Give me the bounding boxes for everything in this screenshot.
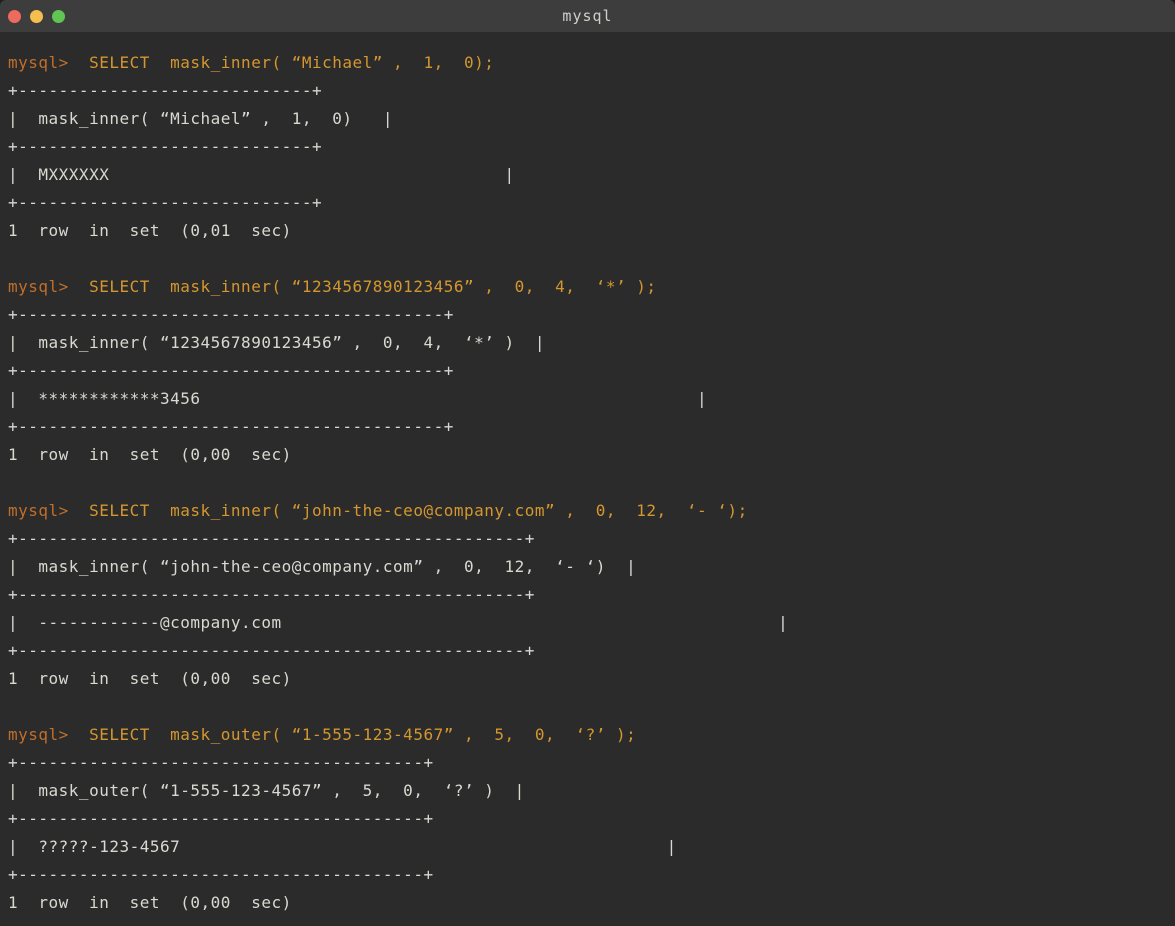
query-block: mysql> SELECT mask_inner( “Michael” , 1,… [8, 49, 1167, 273]
title-bar: mysql [0, 0, 1175, 32]
command-line: mysql> SELECT mask_inner( “Michael” , 1,… [8, 49, 1167, 77]
table-result-row: | ------------@company.com | [8, 609, 1167, 637]
query-block: mysql> SELECT mask_inner( “john-the-ceo@… [8, 497, 1167, 721]
sql-command: SELECT mask_inner( “1234567890123456” , … [69, 277, 657, 296]
blank-line [8, 245, 1167, 273]
table-border: +---------------------------------------… [8, 637, 1167, 665]
sql-command: SELECT mask_inner( “john-the-ceo@company… [69, 501, 748, 520]
command-line: mysql> SELECT mask_outer( “1-555-123-456… [8, 721, 1167, 749]
table-border: +---------------------------------------… [8, 581, 1167, 609]
table-border: +-----------------------------+ [8, 189, 1167, 217]
mysql-prompt: mysql> [8, 725, 69, 744]
table-result-row: | MXXXXXX | [8, 161, 1167, 189]
table-border: +-----------------------------+ [8, 133, 1167, 161]
mysql-prompt: mysql> [8, 53, 69, 72]
status-line: 1 row in set (0,00 sec) [8, 441, 1167, 469]
table-border: +---------------------------------------… [8, 525, 1167, 553]
table-border: +---------------------------------------… [8, 301, 1167, 329]
table-border: +---------------------------------------… [8, 805, 1167, 833]
traffic-lights [8, 0, 65, 32]
mysql-prompt: mysql> [8, 277, 69, 296]
table-border: +---------------------------------------… [8, 357, 1167, 385]
command-line: mysql> SELECT mask_inner( “john-the-ceo@… [8, 497, 1167, 525]
minimize-button-icon[interactable] [30, 10, 43, 23]
status-line: 1 row in set (0,01 sec) [8, 217, 1167, 245]
table-header-row: | mask_outer( “1-555-123-4567” , 5, 0, ‘… [8, 777, 1167, 805]
sql-command: SELECT mask_inner( “Michael” , 1, 0); [69, 53, 495, 72]
mysql-prompt: mysql> [8, 501, 69, 520]
table-border: +---------------------------------------… [8, 749, 1167, 777]
command-line: mysql> SELECT mask_inner( “1234567890123… [8, 273, 1167, 301]
close-button-icon[interactable] [8, 10, 21, 23]
table-header-row: | mask_inner( “john-the-ceo@company.com”… [8, 553, 1167, 581]
table-result-row: | ************3456 | [8, 385, 1167, 413]
table-border: +-----------------------------+ [8, 77, 1167, 105]
terminal-output: mysql> SELECT mask_inner( “Michael” , 1,… [0, 32, 1175, 917]
blank-line [8, 469, 1167, 497]
table-border: +---------------------------------------… [8, 413, 1167, 441]
sql-command: SELECT mask_outer( “1-555-123-4567” , 5,… [69, 725, 636, 744]
table-result-row: | ?????-123-4567 | [8, 833, 1167, 861]
window-title: mysql [562, 7, 612, 25]
blank-line [8, 693, 1167, 721]
table-header-row: | mask_inner( “Michael” , 1, 0) | [8, 105, 1167, 133]
table-header-row: | mask_inner( “1234567890123456” , 0, 4,… [8, 329, 1167, 357]
status-line: 1 row in set (0,00 sec) [8, 889, 1167, 917]
status-line: 1 row in set (0,00 sec) [8, 665, 1167, 693]
query-block: mysql> SELECT mask_inner( “1234567890123… [8, 273, 1167, 497]
table-border: +---------------------------------------… [8, 861, 1167, 889]
query-block: mysql> SELECT mask_outer( “1-555-123-456… [8, 721, 1167, 917]
zoom-button-icon[interactable] [52, 10, 65, 23]
terminal-window: mysql mysql> SELECT mask_inner( “Michael… [0, 0, 1175, 926]
